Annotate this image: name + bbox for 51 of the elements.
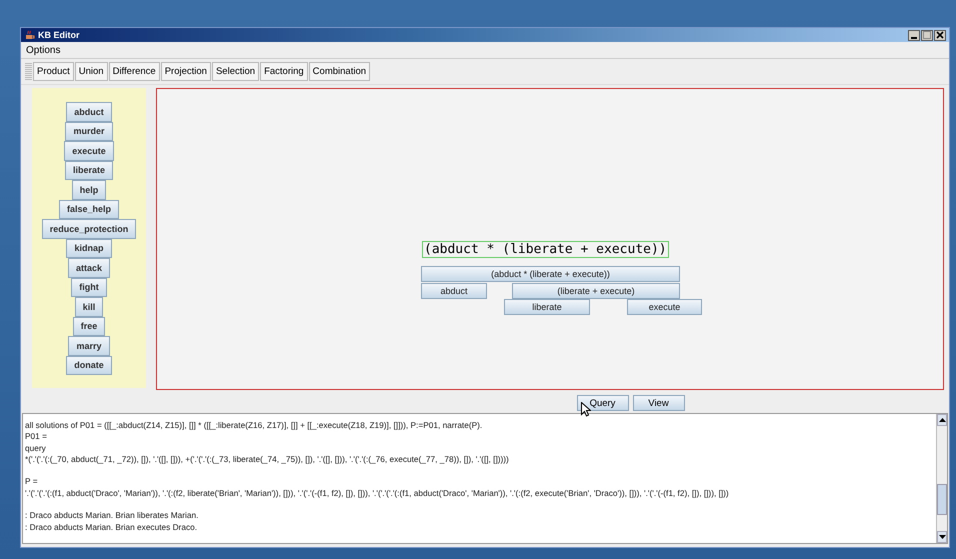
menu-item[interactable]: Options bbox=[26, 44, 60, 56]
toolbar-button[interactable]: Projection bbox=[160, 62, 211, 81]
window-title: KB Editor bbox=[38, 30, 80, 40]
action-button[interactable]: marry bbox=[68, 336, 110, 356]
action-button[interactable]: kidnap bbox=[66, 238, 112, 258]
action-button[interactable]: kill bbox=[74, 297, 104, 316]
toolbar-button[interactable]: Product bbox=[33, 62, 74, 81]
toolbar-button[interactable]: Union bbox=[74, 62, 108, 81]
close-button[interactable] bbox=[934, 30, 946, 40]
action-button[interactable]: liberate bbox=[64, 160, 113, 180]
toolbar-button[interactable]: Selection bbox=[212, 62, 260, 81]
view-button[interactable]: View bbox=[632, 395, 684, 411]
maximize-button[interactable] bbox=[921, 30, 933, 40]
toolbar-button[interactable]: Combination bbox=[308, 62, 370, 81]
scrollbar[interactable] bbox=[936, 414, 947, 543]
action-button[interactable]: help bbox=[72, 180, 106, 200]
log-line: P = bbox=[25, 476, 39, 488]
close-icon bbox=[936, 31, 944, 39]
tree-node[interactable]: abduct bbox=[421, 283, 487, 299]
scroll-down-button[interactable] bbox=[937, 531, 947, 543]
maximize-icon bbox=[923, 31, 931, 39]
log-line: all solutions of P01 = ([[_:abduct(Z14, Z15)], []] * ([[_:liberate(Z16, Z17)], []] + [[_:execute(Z18, Z19)], []])), P:=P01, narrate(P). bbox=[25, 420, 484, 432]
action-button[interactable]: execute bbox=[64, 141, 114, 160]
log-line: P01 = bbox=[25, 431, 48, 443]
action-button[interactable]: fight bbox=[71, 278, 107, 297]
tree-node[interactable]: execute bbox=[627, 299, 702, 315]
tree-node[interactable]: (liberate + execute) bbox=[512, 283, 680, 299]
action-button[interactable]: abduct bbox=[66, 102, 112, 122]
scroll-thumb[interactable] bbox=[937, 484, 947, 516]
action-button[interactable]: donate bbox=[66, 356, 112, 375]
action-button[interactable]: reduce_protection bbox=[42, 219, 136, 238]
up-arrow-icon bbox=[938, 418, 946, 422]
log-line: : Draco abducts Marian. Brian executes Draco. bbox=[25, 522, 198, 533]
expression-text: (abduct * (liberate + execute)) bbox=[422, 241, 669, 258]
action-button[interactable]: attack bbox=[68, 258, 110, 278]
toolbar-button[interactable]: Factoring bbox=[260, 62, 308, 81]
log-line: *('.'('.'(:(_70, abduct(_71, _72)), []), '.'([], [])), +('.'('.'(:(_73, liberate(_74, _75)), []), '.'([], [])), '.'('.'(:(_76, execute(_77, _78)), []), '.'([], [])))) bbox=[25, 454, 510, 466]
tree-node[interactable]: liberate bbox=[504, 299, 590, 315]
toolbar-grip[interactable] bbox=[25, 62, 32, 80]
tree-node[interactable]: (abduct * (liberate + execute)) bbox=[421, 266, 680, 282]
action-button[interactable]: murder bbox=[65, 122, 112, 141]
log-line: query bbox=[25, 442, 47, 454]
down-arrow-icon bbox=[938, 535, 946, 539]
action-button[interactable]: false_help bbox=[58, 200, 120, 219]
cup-icon bbox=[24, 30, 35, 40]
toolbar-button[interactable]: Difference bbox=[108, 62, 160, 81]
log-line: '.'('.'('.'(:(f1, abduct('Draco', 'Marian')), '.'(:(f2, liberate('Brian', 'Marian')), [])), '.'('.'(-(f1, f2), []), [])), '.'('.'('.'(:(f1, abduct('Draco', 'Marian')), '.'(:(f2, execute('Brian', 'Draco')), [])), '.'('.'(-(f1, f2), []), [])), [])) bbox=[25, 488, 730, 500]
minimize-button[interactable] bbox=[908, 30, 920, 40]
action-button[interactable]: free bbox=[72, 316, 106, 336]
log-line: : Draco abducts Marian. Brian liberates Marian. bbox=[25, 510, 200, 522]
scroll-up-button[interactable] bbox=[937, 414, 947, 426]
